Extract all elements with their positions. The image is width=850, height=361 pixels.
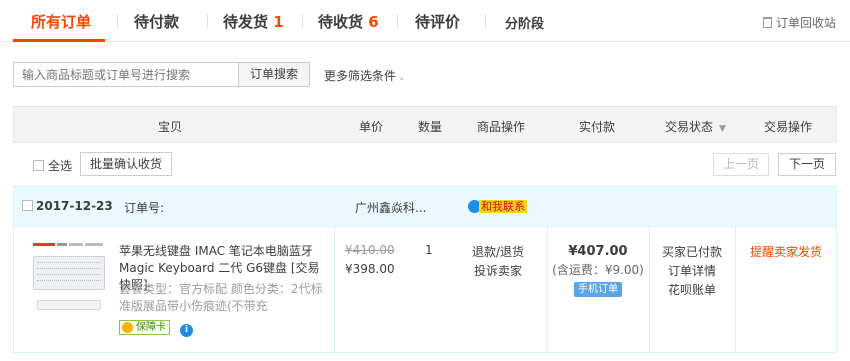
tab-label: 待评价 [415, 13, 461, 31]
col-status-label: 交易状态 [665, 120, 714, 134]
col-unit-price: 单价 [359, 120, 384, 134]
tab-label: 所有订单 [31, 13, 92, 31]
more-filters-toggle[interactable]: 更多筛选条件 ⌄ [324, 67, 406, 84]
paid-amount: ¥407.00 [568, 244, 628, 259]
chevron-down-icon: ⌄ [398, 73, 406, 83]
mobile-order-tag: 手机订单 [574, 282, 622, 297]
paid-amount-cell: ¥407.00 (含运费：¥9.00) 手机订单 [548, 243, 648, 297]
contact-seller-button[interactable]: 和我联系 [468, 198, 527, 214]
guarantee-card-badge[interactable]: 保障卡 [119, 320, 170, 335]
search-input[interactable] [13, 62, 238, 87]
prev-page-button[interactable]: 上一页 [713, 153, 769, 176]
tab-pending-shipment[interactable]: 待发货 1 [223, 11, 284, 32]
order-number-label: 订单号: [124, 201, 165, 215]
tab-all-orders[interactable]: 所有订单 [31, 11, 91, 32]
order-status-cell: 买家已付款 订单详情 花呗账单 [650, 243, 734, 300]
tab-count: 1 [273, 13, 284, 31]
tab-installment[interactable]: 分阶段 [505, 13, 544, 32]
service-badges: 保障卡 i [119, 319, 193, 337]
tab-divider [302, 14, 303, 28]
refund-link[interactable]: 退款/退货 [450, 243, 546, 262]
col-quantity: 数量 [418, 120, 443, 134]
col-paid: 实付款 [579, 120, 616, 134]
shop-name-link[interactable]: 广州鑫焱科... [355, 199, 426, 216]
tab-label: 待收货 [318, 13, 364, 31]
col-item: 宝贝 [158, 120, 183, 134]
thumbnail-banner [33, 242, 105, 248]
tab-divider [207, 14, 208, 28]
tab-divider [117, 14, 118, 28]
caret-down-icon: ▼ [719, 124, 726, 134]
checkbox-icon [33, 160, 44, 171]
batch-confirm-receipt-button[interactable]: 批量确认收货 [80, 152, 172, 176]
huabei-bill-link[interactable]: 花呗账单 [650, 281, 734, 300]
order-search-button[interactable]: 订单搜索 [238, 62, 310, 87]
product-spec: 套餐类型：官方标配 颜色分类：2代标准版展品带小伤痕迹(不带充 [119, 282, 323, 313]
recycle-bin-label: 订单回收站 [775, 16, 836, 30]
tab-pending-receipt[interactable]: 待收货 6 [318, 11, 379, 32]
info-icon[interactable]: i [180, 324, 193, 337]
cell-divider [334, 227, 335, 353]
remind-seller-ship-link[interactable]: 提醒卖家发货 [735, 243, 837, 260]
next-page-button[interactable]: 下一页 [778, 153, 836, 176]
trash-icon [762, 17, 772, 28]
tab-divider [397, 14, 398, 28]
tab-count: 6 [368, 13, 379, 31]
select-all-label: 全选 [48, 159, 73, 173]
keyboard-image [33, 256, 105, 290]
col-actions: 交易操作 [764, 120, 813, 134]
order-tabs: 所有订单 待付款 待发货 1 待收货 6 待评价 分阶段 订单回收站 [0, 0, 850, 42]
quantity-value: 1 [425, 243, 433, 257]
tab-label: 待发货 [223, 13, 269, 31]
checkbox-icon [22, 200, 33, 211]
contact-label: 和我联系 [479, 200, 527, 213]
keyboard-image-small [37, 300, 101, 310]
product-thumbnail[interactable] [33, 242, 105, 314]
order-checkbox[interactable]: 2017-12-23 [22, 199, 113, 213]
more-filters-label: 更多筛选条件 [324, 69, 397, 83]
shipping-fee: (含运费：¥9.00) [552, 263, 644, 277]
recycle-bin-link[interactable]: 订单回收站 [762, 14, 836, 31]
order-detail-link[interactable]: 订单详情 [650, 262, 734, 281]
select-all-checkbox[interactable]: 全选 [33, 157, 72, 174]
complain-link[interactable]: 投诉卖家 [450, 262, 546, 281]
tab-label: 分阶段 [505, 17, 545, 32]
tab-pending-review[interactable]: 待评价 [415, 11, 460, 32]
table-header: 宝贝 单价 数量 商品操作 实付款 交易状态 ▼ 交易操作 [13, 106, 837, 143]
order-date: 2017-12-23 [36, 199, 113, 213]
unit-price: ¥398.00 [345, 262, 395, 276]
tab-label: 待付款 [134, 13, 180, 31]
tab-divider [485, 14, 486, 28]
item-operations: 退款/退货 投诉卖家 [450, 243, 546, 281]
col-status-filter[interactable]: 交易状态 ▼ [665, 118, 726, 135]
col-item-ops: 商品操作 [477, 120, 526, 134]
original-price: ¥410.00 [345, 243, 395, 257]
status-text: 买家已付款 [661, 245, 722, 259]
tab-pending-payment[interactable]: 待付款 [134, 11, 179, 32]
active-tab-underline [13, 39, 105, 42]
